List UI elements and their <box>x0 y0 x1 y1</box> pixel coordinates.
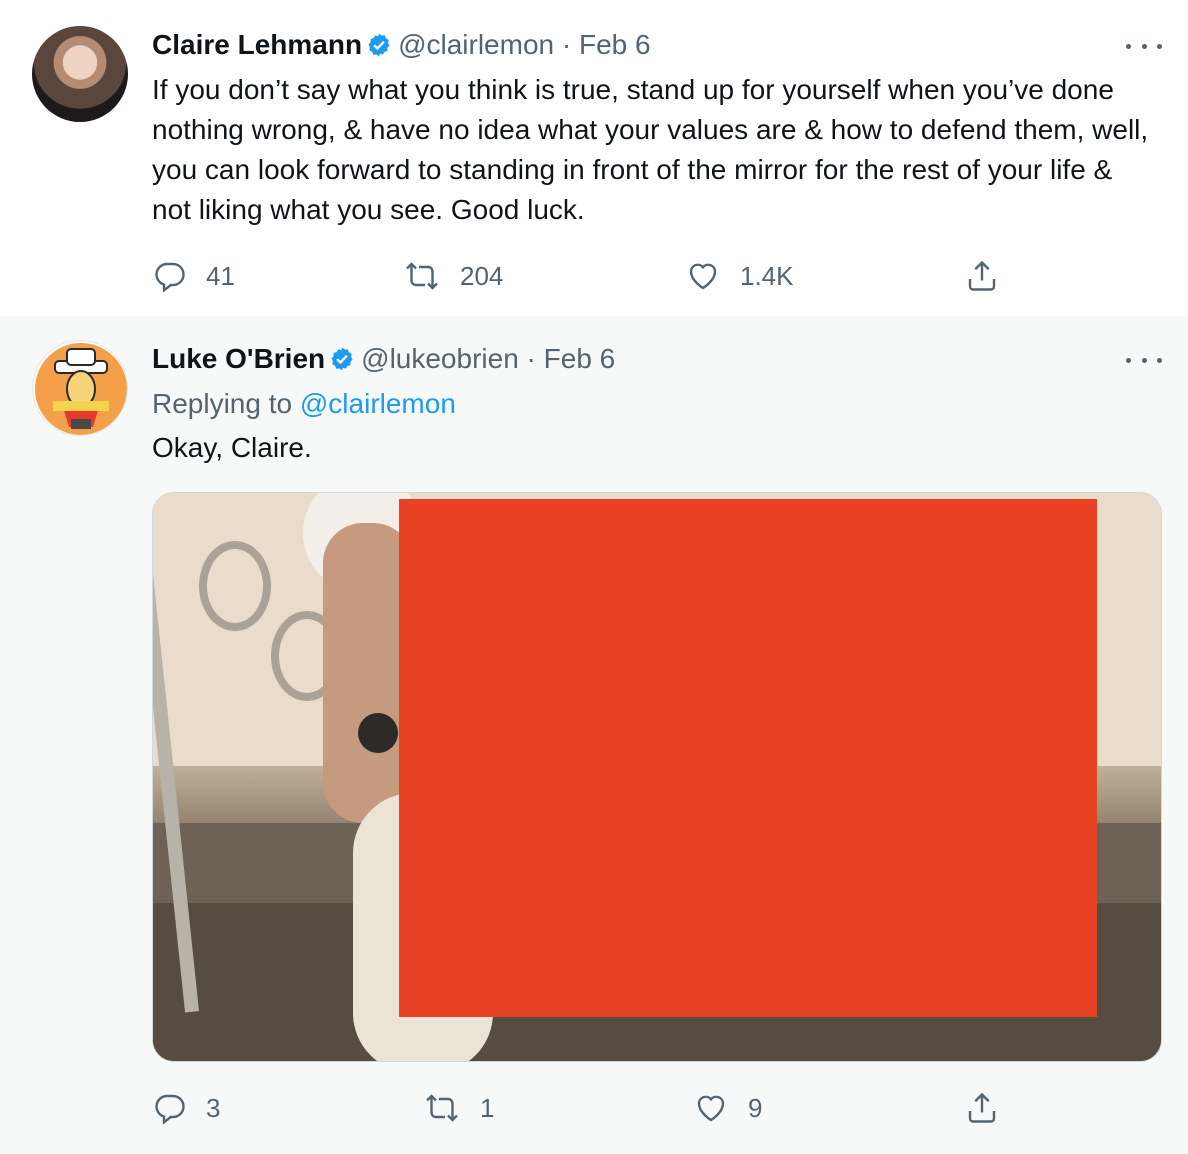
replying-handle-link[interactable]: @clairlemon <box>300 388 456 419</box>
tweet-date[interactable]: · Feb 6 <box>527 343 616 374</box>
redaction-box <box>399 499 1097 1017</box>
tweet-luke-obrien[interactable]: Luke O'Brien @lukeobrien · Feb 6 Replyin… <box>0 316 1188 1154</box>
cartoon-cowboy-avatar <box>35 343 127 435</box>
like-button[interactable]: 9 <box>692 1088 762 1128</box>
retweet-icon <box>402 258 442 294</box>
retweet-count: 204 <box>460 260 504 291</box>
like-icon <box>692 1090 730 1126</box>
author-name[interactable]: Claire Lehmann <box>152 29 362 60</box>
reply-icon <box>152 1090 188 1126</box>
retweet-icon <box>422 1090 462 1126</box>
tweet-claire-lehmann[interactable]: Claire Lehmann @clairlemon · Feb 6 If yo… <box>0 0 1188 316</box>
author-name[interactable]: Luke O'Brien <box>152 343 325 374</box>
more-options-icon[interactable] <box>1126 350 1162 370</box>
retweet-button[interactable]: 1 <box>422 1088 494 1128</box>
like-button[interactable]: 1.4K <box>684 256 794 296</box>
like-count: 9 <box>748 1092 763 1123</box>
avatar[interactable] <box>32 340 128 436</box>
verified-badge-icon <box>366 32 392 66</box>
tweet-actions: 3 1 9 <box>152 1088 1002 1128</box>
share-button[interactable] <box>964 1088 1000 1128</box>
tweet-photo[interactable] <box>152 492 1162 1062</box>
tweet-text: Okay, Claire. <box>152 432 312 463</box>
tweet-date[interactable]: · Feb 6 <box>562 29 651 60</box>
more-options-icon[interactable] <box>1126 36 1162 56</box>
tweet-header: Luke O'Brien @lukeobrien · Feb 6 <box>152 342 615 380</box>
tweet-actions: 41 204 1.4K <box>152 256 1002 296</box>
reply-icon <box>152 258 188 294</box>
share-icon <box>964 258 1000 294</box>
share-icon <box>964 1090 1000 1126</box>
reply-button[interactable]: 3 <box>152 1088 220 1128</box>
reply-count: 41 <box>206 260 235 291</box>
author-handle[interactable]: @clairlemon <box>398 29 554 60</box>
reply-button[interactable]: 41 <box>152 256 235 296</box>
retweet-button[interactable]: 204 <box>402 256 503 296</box>
avatar[interactable] <box>32 26 128 122</box>
tweet-text: If you don’t say what you think is true,… <box>152 74 1149 225</box>
reply-count: 3 <box>206 1092 221 1123</box>
share-button[interactable] <box>964 256 1000 296</box>
like-icon <box>684 258 722 294</box>
replying-label: Replying to <box>152 388 293 419</box>
like-count: 1.4K <box>740 260 794 291</box>
replying-to: Replying to @clairlemon <box>152 384 456 424</box>
retweet-count: 1 <box>480 1092 495 1123</box>
tweet-header: Claire Lehmann @clairlemon · Feb 6 <box>152 28 651 66</box>
verified-badge-icon <box>329 346 355 380</box>
author-handle[interactable]: @lukeobrien <box>361 343 519 374</box>
